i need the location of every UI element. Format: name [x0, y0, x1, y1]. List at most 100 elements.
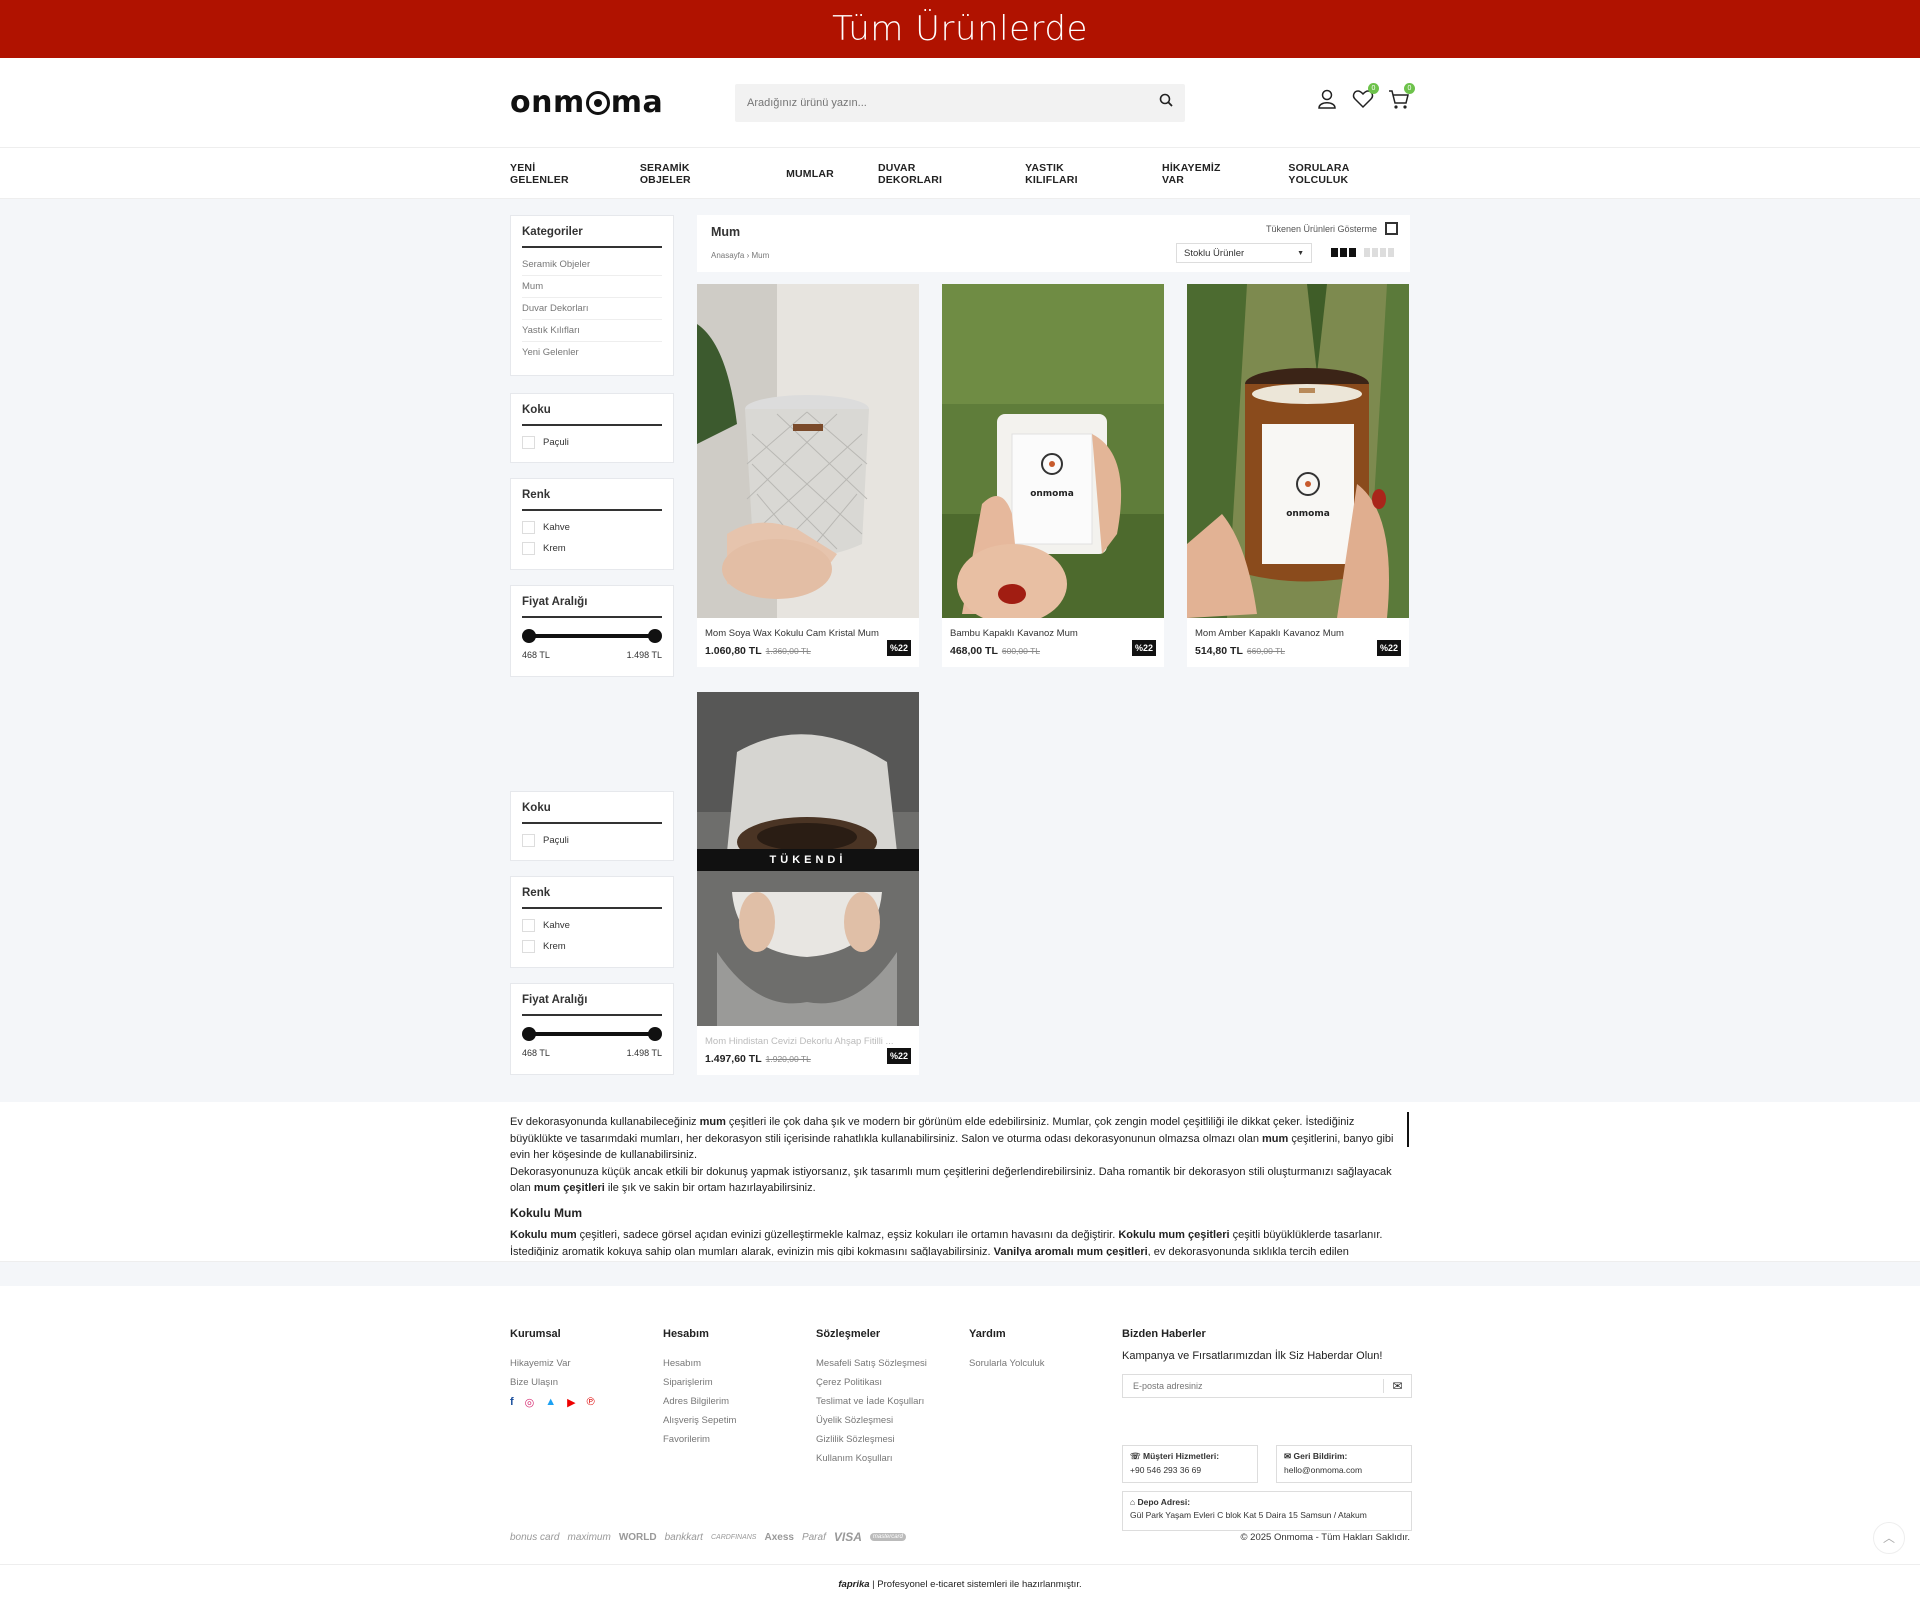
seo-scrollbar[interactable] — [1407, 1112, 1409, 1147]
product-name[interactable]: Mom Hindistan Cevizi Dekorlu Ahşap Fitil… — [697, 1026, 919, 1047]
sold-out-banner: TÜKENDİ — [697, 849, 919, 871]
product-name[interactable]: Bambu Kapaklı Kavanoz Mum — [942, 618, 1164, 639]
footer-link[interactable]: Bize Ulaşın — [510, 1377, 595, 1388]
feedback-info: ✉ Geri Bildirim: hello@onmoma.com — [1276, 1445, 1412, 1483]
facebook-icon[interactable]: f — [510, 1396, 514, 1409]
scroll-to-top-button[interactable]: ︿ — [1873, 1522, 1905, 1554]
pinterest-icon[interactable]: ℗ — [587, 1396, 595, 1409]
slider-max-handle[interactable] — [648, 629, 662, 643]
current-price: 1.497,60 TL — [705, 1053, 762, 1065]
product-card[interactable]: onmoma Mom Amber Kapaklı Kavanoz Mum 514… — [1187, 284, 1409, 667]
search-icon[interactable] — [1159, 93, 1173, 112]
nav-mumlar[interactable]: MUMLAR — [786, 168, 834, 180]
product-price: 1.060,80 TL 1.360,00 TL — [697, 639, 919, 667]
nav-yastik-kiliflari[interactable]: YASTIK KILIFLARI — [1025, 162, 1118, 186]
product-card[interactable]: Mom Soya Wax Kokulu Cam Kristal Mum 1.06… — [697, 284, 919, 667]
product-card[interactable]: TÜKENDİ Mom Hindistan Cevizi Dekorlu Ahş… — [697, 692, 919, 1075]
hide-sold-out-label: Tükenen Ürünleri Gösterme — [1265, 223, 1377, 234]
nav-duvar-dekorlari[interactable]: DUVAR DEKORLARI — [878, 162, 981, 186]
checkbox[interactable] — [522, 542, 535, 555]
footer-link[interactable]: Siparişlerim — [663, 1377, 736, 1388]
youtube-icon[interactable]: ▶ — [567, 1396, 575, 1409]
sort-select[interactable]: Stoklu Ürünler ▼ — [1176, 243, 1312, 263]
footer-link[interactable]: Gizlilik Sözleşmesi — [816, 1434, 927, 1445]
scent-title: Koku — [522, 404, 662, 426]
price-slider[interactable] — [522, 1022, 662, 1048]
grid-3-col-icon[interactable] — [1331, 248, 1356, 257]
product-image[interactable]: onmoma — [1187, 284, 1409, 618]
slider-min-handle[interactable] — [522, 1027, 536, 1041]
twitter-icon[interactable]: ▲ — [545, 1396, 556, 1409]
checkbox[interactable] — [522, 919, 535, 932]
grid-4-col-icon[interactable] — [1364, 248, 1394, 257]
footer-link[interactable]: Adres Bilgilerim — [663, 1396, 736, 1407]
sort-value: Stoklu Ürünler — [1184, 247, 1245, 259]
footer-col-yardim: Yardım Sorularla Yolculuk — [969, 1328, 1045, 1377]
color-option[interactable]: Kahve — [522, 517, 662, 538]
product-image[interactable]: TÜKENDİ — [697, 692, 919, 1026]
footer-link[interactable]: Üyelik Sözleşmesi — [816, 1415, 927, 1426]
slider-min-handle[interactable] — [522, 629, 536, 643]
feedback-email[interactable]: hello@onmoma.com — [1284, 1465, 1362, 1475]
credit-text: | Profesyonel e-ticaret sistemleri ile h… — [872, 1579, 1082, 1590]
footer-link[interactable]: Mesafeli Satış Sözleşmesi — [816, 1358, 927, 1369]
product-image[interactable] — [697, 284, 919, 618]
heart-icon[interactable]: 0 — [1352, 82, 1379, 110]
social-links: f ◎ ▲ ▶ ℗ — [510, 1396, 595, 1409]
color-option[interactable]: Krem — [522, 538, 662, 559]
scent-option[interactable]: Paçuli — [522, 830, 662, 851]
checkbox[interactable] — [522, 436, 535, 449]
slider-max-handle[interactable] — [648, 1027, 662, 1041]
price-slider[interactable] — [522, 624, 662, 650]
bankkart-logo: bankkart — [664, 1531, 703, 1543]
search-input[interactable] — [747, 96, 1159, 109]
color-label: Krem — [543, 941, 566, 952]
instagram-icon[interactable]: ◎ — [525, 1396, 535, 1409]
payment-logos: bonus card maximum WORLD bankkart CARDFI… — [510, 1530, 906, 1544]
product-card[interactable]: onmoma Bambu Kapaklı Kavanoz Mum 468,00 … — [942, 284, 1164, 667]
footer-link[interactable]: Alışveriş Sepetim — [663, 1415, 736, 1426]
checkbox[interactable] — [522, 834, 535, 847]
category-item[interactable]: Mum — [522, 276, 662, 298]
footer-link[interactable]: Çerez Politikası — [816, 1377, 927, 1388]
nav-sorulara-yolculuk[interactable]: SORULARA YOLCULUK — [1288, 162, 1410, 186]
cart-icon[interactable]: 0 — [1388, 82, 1415, 110]
nav-seramik-objeler[interactable]: SERAMİK OBJELER — [640, 162, 742, 186]
footer-col-kurumsal: Kurumsal Hikayemiz Var Bize Ulaşın f ◎ ▲… — [510, 1328, 595, 1409]
color-option[interactable]: Kahve — [522, 915, 662, 936]
old-price: 600,00 TL — [1001, 646, 1041, 656]
category-item[interactable]: Duvar Dekorları — [522, 298, 662, 320]
footer-link[interactable]: Kullanım Koşulları — [816, 1453, 927, 1464]
checkbox[interactable] — [522, 521, 535, 534]
footer-link[interactable]: Hesabım — [663, 1358, 736, 1369]
nav-hikayemiz-var[interactable]: HİKAYEMİZ VAR — [1162, 162, 1244, 186]
nav-yeni-gelenler[interactable]: YENİ GELENLER — [510, 162, 596, 186]
price-max: 1.498 TL — [626, 1048, 662, 1058]
color-option[interactable]: Krem — [522, 936, 662, 957]
categories-filter: Kategoriler Seramik Objeler Mum Duvar De… — [510, 215, 674, 376]
checkbox[interactable] — [522, 940, 535, 953]
scent-option[interactable]: Paçuli — [522, 432, 662, 453]
user-icon[interactable] — [1316, 88, 1338, 110]
support-phone[interactable]: +90 546 293 36 69 — [1130, 1465, 1201, 1475]
envelope-icon[interactable]: ✉ — [1383, 1379, 1411, 1393]
email-field[interactable] — [1123, 1375, 1383, 1397]
footer-link[interactable]: Sorularla Yolculuk — [969, 1358, 1045, 1369]
site-logo[interactable]: onm ma — [510, 85, 663, 120]
breadcrumb-home[interactable]: Anasayfa — [711, 251, 744, 260]
product-name[interactable]: Mom Amber Kapaklı Kavanoz Mum — [1187, 618, 1409, 639]
category-item[interactable]: Yeni Gelenler — [522, 342, 662, 363]
checkbox[interactable] — [1385, 222, 1398, 235]
discount-badge: %22 — [1131, 640, 1156, 656]
product-name[interactable]: Mom Soya Wax Kokulu Cam Kristal Mum — [697, 618, 919, 639]
category-item[interactable]: Seramik Objeler — [522, 254, 662, 276]
hide-sold-out-toggle[interactable]: Tükenen Ürünleri Gösterme — [1266, 222, 1398, 235]
footer-link[interactable]: Teslimat ve İade Koşulları — [816, 1396, 927, 1407]
current-price: 468,00 TL — [950, 645, 998, 657]
footer-link[interactable]: Favorilerim — [663, 1434, 736, 1445]
category-item[interactable]: Yastık Kılıfları — [522, 320, 662, 342]
promo-bar: Tüm Ürünlerde — [0, 0, 1920, 58]
footer-link[interactable]: Hikayemiz Var — [510, 1358, 595, 1369]
faprika-logo[interactable]: faprika — [838, 1579, 869, 1590]
product-image[interactable]: onmoma — [942, 284, 1164, 618]
